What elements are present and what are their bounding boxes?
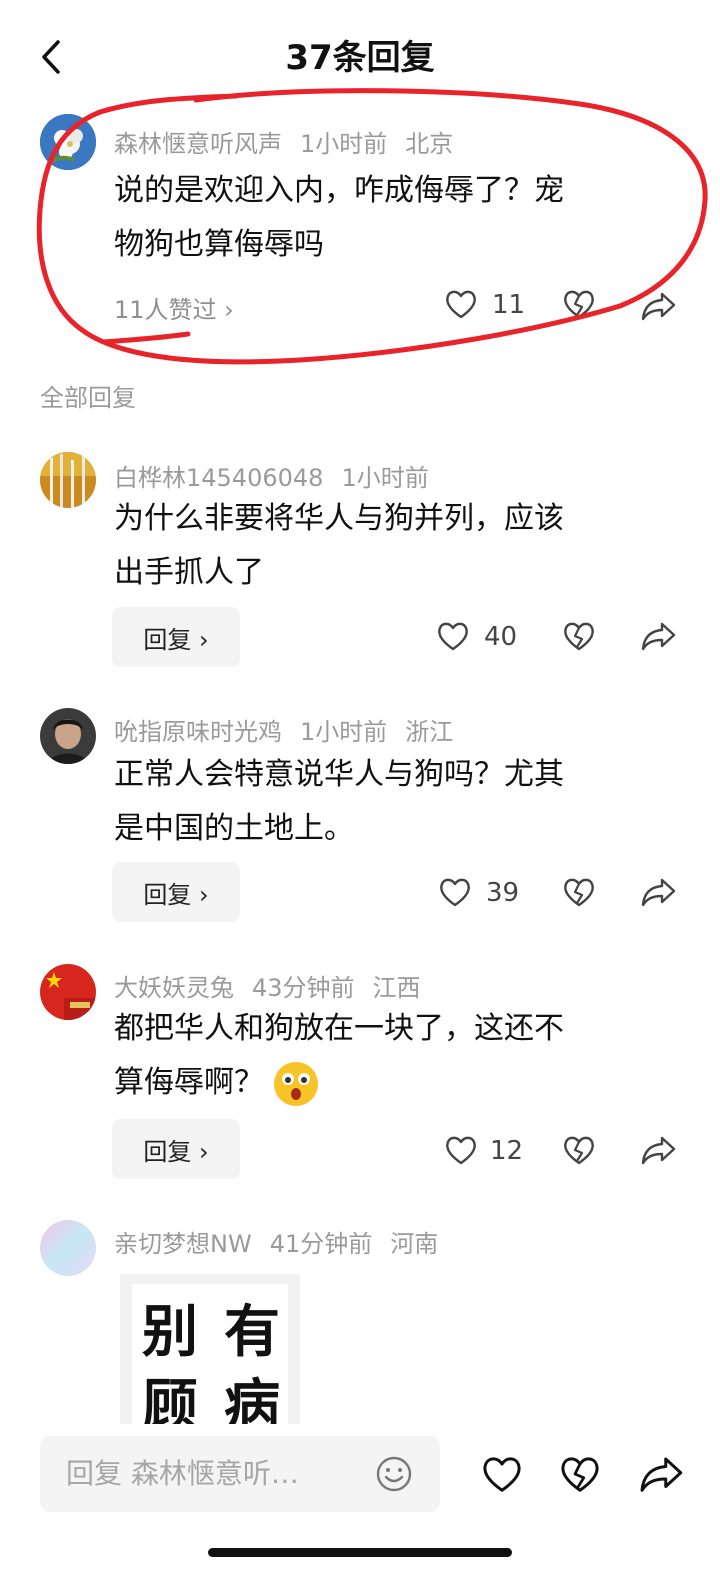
share-arrow-icon	[641, 622, 676, 651]
like-button[interactable]	[438, 876, 472, 912]
reply-input-placeholder: 回复 森林惬意听…	[66, 1457, 299, 1490]
like-count: 12	[490, 1136, 524, 1166]
image-text-char: 别	[142, 1299, 198, 1365]
comment-meta: 大妖妖灵兔 43分钟前 江西	[114, 968, 439, 1003]
like-count: 39	[486, 878, 520, 908]
comment-meta: 亲切梦想NW 41分钟前 河南	[114, 1224, 456, 1259]
home-indicator	[208, 1548, 512, 1557]
dislike-button[interactable]	[562, 876, 596, 912]
birch-forest-avatar-image	[40, 452, 96, 508]
share-button[interactable]	[640, 620, 678, 656]
image-text-char: 有	[224, 1299, 280, 1365]
comment-text: 为什么非要将华人与狗并列，应该 出手抓人了	[114, 492, 674, 600]
heart-icon	[438, 622, 468, 651]
share-arrow-icon	[640, 1457, 683, 1492]
username[interactable]: 亲切梦想NW	[114, 1230, 252, 1258]
dislike-button[interactable]	[562, 620, 596, 656]
comment-meta: 白桦林145406048 1小时前	[114, 458, 447, 493]
bottom-like-button[interactable]	[480, 1454, 524, 1498]
broken-heart-icon	[564, 622, 594, 651]
comment-text-line: 是中国的土地上。	[114, 811, 354, 846]
avatar[interactable]	[40, 452, 96, 508]
comment-text: 正常人会特意说华人与狗吗？尤其 是中国的土地上。	[114, 748, 674, 856]
surprised-face-icon	[275, 1062, 317, 1105]
comment-meta: 吮指原味时光鸡 1小时前 浙江	[114, 712, 471, 747]
bottom-share-button[interactable]	[638, 1454, 686, 1498]
flag-avatar-image	[40, 964, 96, 1020]
reply-button[interactable]: 回复 ›	[112, 1119, 240, 1179]
comment-text-line: 算侮辱啊？	[114, 1056, 674, 1110]
username[interactable]: 白桦林145406048	[114, 464, 323, 492]
share-arrow-icon	[641, 1136, 676, 1165]
gradient-avatar-image	[40, 1220, 96, 1276]
red-annotation-circle	[36, 88, 708, 365]
comment-text-line: 都把华人和狗放在一块了，这还不	[114, 1011, 564, 1046]
username[interactable]: 大妖妖灵兔	[114, 974, 234, 1002]
like-button[interactable]	[444, 1134, 478, 1170]
comment-text-line: 正常人会特意说华人与狗吗？尤其	[114, 757, 564, 792]
share-arrow-icon	[641, 878, 676, 907]
broken-heart-icon	[564, 1136, 594, 1165]
location: 河南	[390, 1230, 439, 1258]
timestamp: 1小时前	[300, 718, 388, 746]
comment-text-fragment: 算侮辱啊？	[114, 1065, 264, 1100]
comment-text-line: 为什么非要将华人与狗并列，应该	[114, 501, 564, 536]
timestamp: 43分钟前	[252, 974, 355, 1002]
heart-icon	[440, 878, 470, 907]
dislike-button[interactable]	[562, 1134, 596, 1170]
comment-image[interactable]: 别 有 顾 病	[120, 1274, 300, 1439]
share-button[interactable]	[640, 1134, 678, 1170]
avatar[interactable]	[40, 708, 96, 764]
all-replies-label: 全部回复	[40, 384, 136, 412]
broken-heart-icon	[561, 1457, 599, 1492]
person-avatar-image	[40, 708, 96, 764]
broken-heart-icon	[564, 878, 594, 907]
avatar[interactable]	[40, 964, 96, 1020]
share-button[interactable]	[640, 876, 678, 912]
like-button[interactable]	[436, 620, 470, 656]
like-count: 40	[484, 622, 518, 652]
reply-button[interactable]: 回复 ›	[112, 862, 240, 922]
reply-button[interactable]: 回复 ›	[112, 607, 240, 667]
comment-text: 都把华人和狗放在一块了，这还不 算侮辱啊？	[114, 1002, 674, 1110]
heart-icon	[483, 1457, 521, 1492]
timestamp: 41分钟前	[269, 1230, 373, 1258]
smiley-icon	[376, 1456, 412, 1492]
emoji-button[interactable]	[376, 1456, 412, 1496]
location: 江西	[372, 974, 421, 1002]
heart-icon	[446, 1136, 476, 1165]
bottom-dislike-button[interactable]	[558, 1454, 602, 1498]
username[interactable]: 吮指原味时光鸡	[114, 718, 282, 746]
comment-text-line: 出手抓人了	[114, 555, 264, 590]
location: 浙江	[405, 718, 454, 746]
surprised-face-emoji-icon	[274, 1061, 318, 1106]
reply-input[interactable]: 回复 森林惬意听…	[40, 1436, 440, 1512]
timestamp: 1小时前	[341, 464, 429, 492]
image-text-block: 别 有 顾 病	[132, 1284, 288, 1439]
avatar[interactable]	[40, 1220, 96, 1276]
